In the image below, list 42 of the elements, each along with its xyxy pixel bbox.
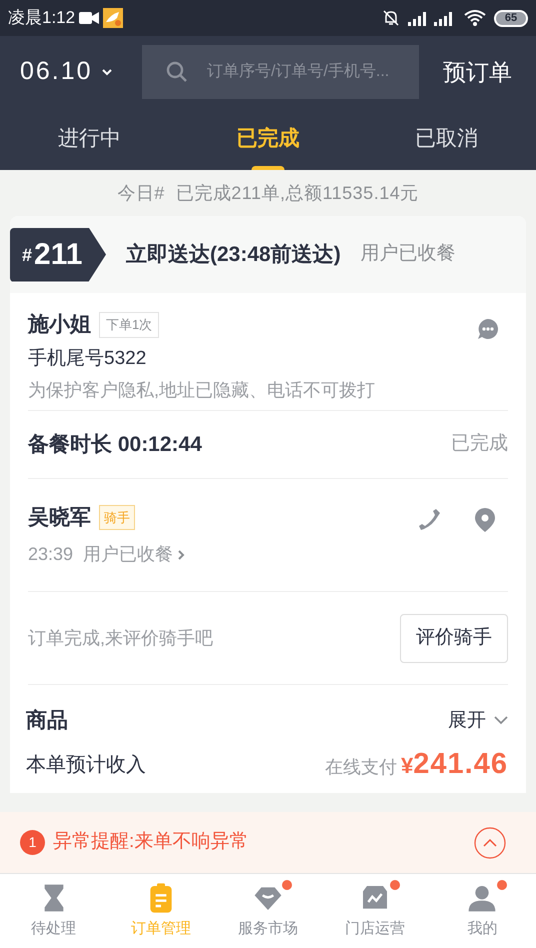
chevron-right-icon (177, 548, 186, 561)
status-time: 凌晨1:12 (8, 7, 76, 30)
alert-text: 异常提醒:来单不响异常 (53, 830, 250, 854)
daily-summary: 今日# 已完成211单,总额11535.14元 (116, 182, 420, 204)
location-pin-icon[interactable] (474, 507, 496, 533)
income-label: 本单预计收入 (26, 752, 146, 778)
status-tab[interactable]: 已完成 (178, 108, 358, 170)
rider-tag: 骑手 (99, 504, 135, 530)
date-picker[interactable]: 06.10 (0, 53, 142, 91)
rate-rider-button[interactable]: 评价骑手 (400, 614, 508, 662)
battery-icon: 65 (494, 10, 528, 26)
app-notification-icon (103, 8, 124, 28)
prep-status: 已完成 (451, 432, 508, 456)
order-number-badge: #211 (10, 228, 106, 282)
wifi-icon (464, 10, 486, 26)
search-field[interactable]: 订单序号/订单号/手机号... (142, 45, 419, 99)
customer-name: 施小姐 (28, 312, 91, 338)
customer-phone: 手机尾号5322 (28, 346, 148, 370)
status-tab[interactable]: 已取消 (357, 108, 536, 170)
search-icon (166, 61, 188, 83)
order-count-tag: 下单1次 (99, 312, 160, 338)
expand-button[interactable]: 展开 (448, 706, 508, 735)
rider-name: 吴晓军 (28, 504, 91, 531)
payment-method: 在线支付 (325, 756, 398, 779)
phone-icon[interactable] (418, 508, 442, 532)
chevron-down-icon (100, 68, 113, 76)
goods-label: 商品 (26, 708, 68, 734)
mute-bell-icon (382, 9, 400, 27)
status-tab[interactable]: 进行中 (0, 108, 179, 170)
prep-duration: 备餐时长 00:12:44 (28, 432, 202, 458)
income-amount: 241.46 (413, 746, 508, 782)
chevron-down-icon (494, 716, 508, 726)
order-status: 用户已收餐 (360, 242, 456, 266)
alert-count-badge: 1 (20, 830, 45, 855)
preorder-button[interactable]: 预订单 (419, 54, 536, 90)
video-camera-icon (79, 11, 100, 25)
collapse-up-icon[interactable] (474, 826, 506, 858)
rate-prompt: 订单完成,来评价骑手吧 (28, 626, 214, 650)
income-currency: ¥ (401, 752, 414, 780)
delivery-time: 立即送达(23:48前送达) (126, 242, 341, 268)
privacy-note: 为保护客户隐私,地址已隐藏、电话不可拨打 (28, 379, 376, 402)
chat-bubble-icon[interactable] (476, 317, 500, 341)
